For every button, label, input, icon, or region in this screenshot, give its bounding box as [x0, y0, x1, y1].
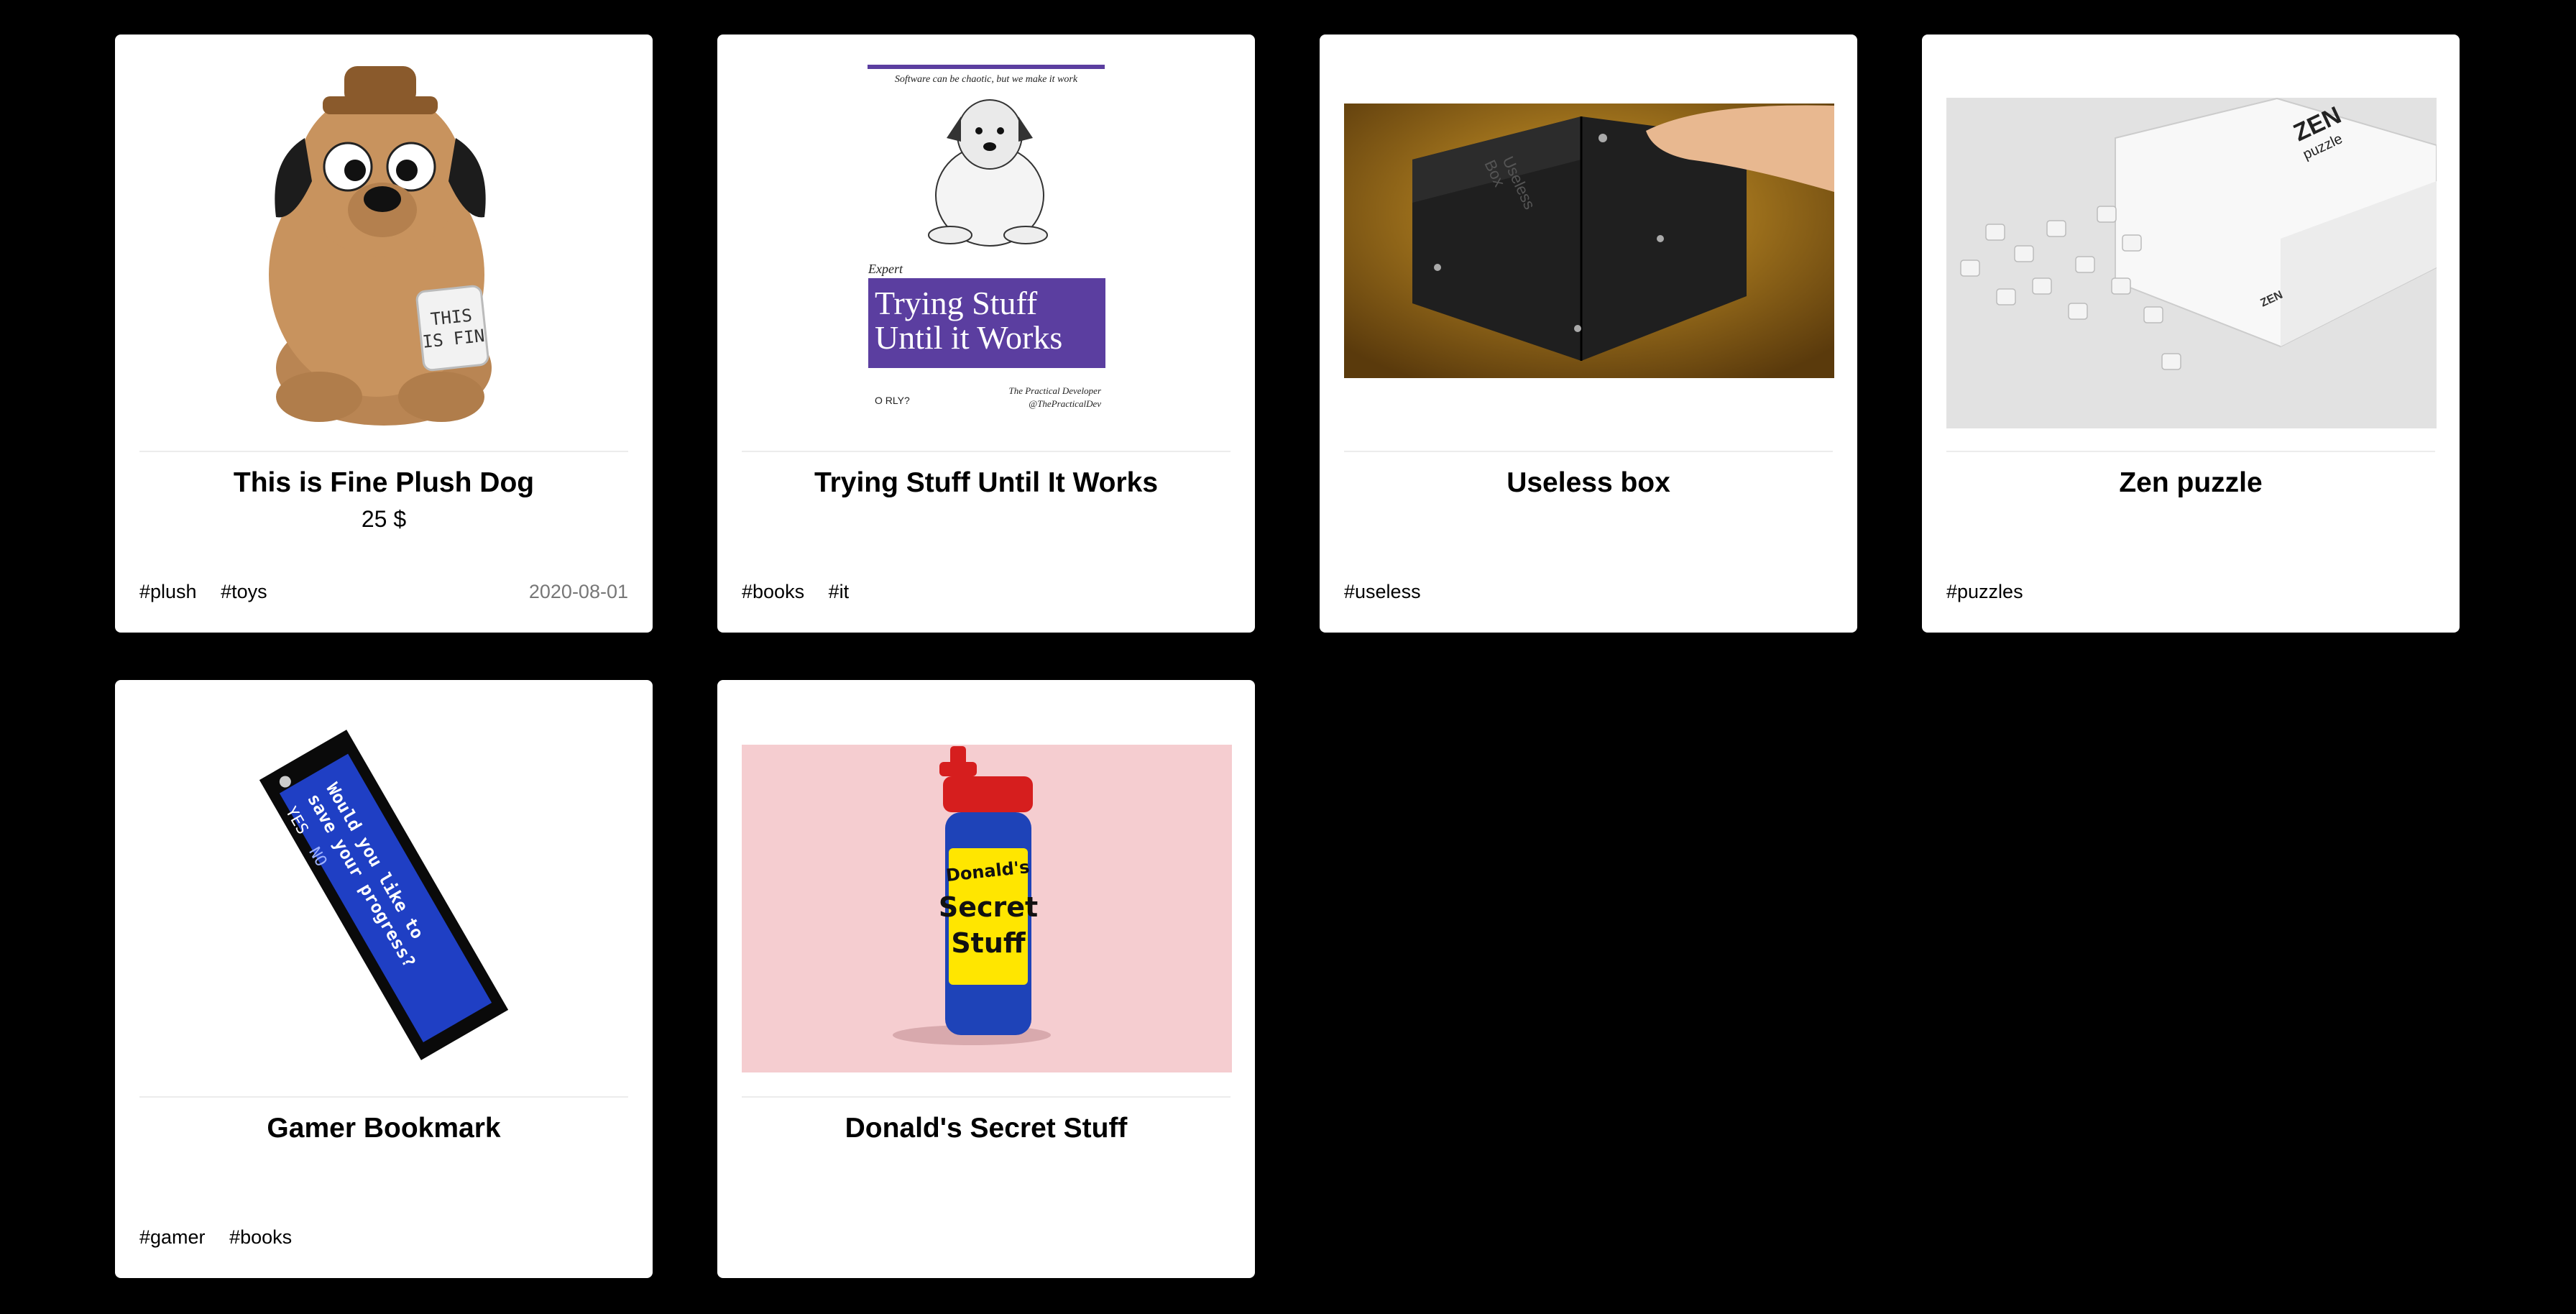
- card-divider: [139, 1096, 628, 1098]
- product-card[interactable]: THIS IS FIN This is Fine Plush Dog 25 $ …: [115, 35, 653, 633]
- product-title[interactable]: Donald's Secret Stuff: [717, 1113, 1255, 1144]
- product-card[interactable]: Would you like to save your progress? YE…: [115, 680, 653, 1278]
- tag-books[interactable]: #books: [229, 1226, 292, 1248]
- product-title[interactable]: This is Fine Plush Dog: [115, 467, 653, 499]
- product-image: Would you like to save your progress? YE…: [139, 704, 630, 1093]
- cover-handle: @ThePracticalDev: [1029, 398, 1101, 409]
- card-divider: [742, 1096, 1230, 1098]
- product-title[interactable]: Trying Stuff Until It Works: [717, 467, 1255, 499]
- product-title[interactable]: Gamer Bookmark: [115, 1113, 653, 1144]
- tag-gamer[interactable]: #gamer: [139, 1226, 206, 1248]
- product-card[interactable]: Donald's Secret Stuff Donald's Secret St…: [717, 680, 1255, 1278]
- product-title[interactable]: Useless box: [1320, 467, 1857, 499]
- cover-kicker: Expert: [868, 262, 903, 276]
- tag-useless[interactable]: #useless: [1344, 581, 1421, 602]
- product-card[interactable]: ZEN puzzle ZEN Zen puzzle #puzzles: [1922, 35, 2460, 633]
- tag-toys[interactable]: #toys: [221, 581, 267, 602]
- cover-heading-line2: Until it Works: [875, 319, 1062, 356]
- cover-tagline: Software can be chaotic, but we make it …: [895, 74, 1078, 85]
- tag-list: #puzzles: [1946, 581, 2042, 603]
- card-divider: [139, 451, 628, 452]
- cover-heading-line1: Trying Stuff: [875, 285, 1038, 321]
- product-image: ZEN puzzle ZEN: [1946, 59, 2437, 447]
- tag-list: #useless: [1344, 581, 1440, 603]
- card-divider: [1344, 451, 1833, 452]
- tag-list: #plush #toys: [139, 581, 286, 603]
- product-title[interactable]: Zen puzzle: [1922, 467, 2460, 499]
- bottle-label-line2: Secret: [939, 891, 1038, 923]
- product-card[interactable]: Software can be chaotic, but we make it …: [717, 35, 1255, 633]
- tag-books[interactable]: #books: [742, 581, 804, 602]
- product-card[interactable]: Useless Box Useless box #useless: [1320, 35, 1857, 633]
- cover-author: The Practical Developer: [1008, 385, 1101, 396]
- card-divider: [1946, 451, 2435, 452]
- product-image: Software can be chaotic, but we make it …: [742, 59, 1232, 447]
- cover-publisher: O RLY?: [875, 395, 910, 406]
- tag-list: #books #it: [742, 581, 868, 603]
- product-image: Useless Box: [1344, 59, 1834, 447]
- bottle-label-line3: Stuff: [951, 927, 1026, 959]
- card-divider: [742, 451, 1230, 452]
- product-image: THIS IS FIN: [139, 59, 630, 447]
- product-image: Donald's Secret Stuff: [742, 704, 1232, 1093]
- tag-plush[interactable]: #plush: [139, 581, 197, 602]
- product-date: 2020-08-01: [528, 581, 628, 602]
- tag-it[interactable]: #it: [829, 581, 850, 602]
- tag-list: #gamer #books: [139, 1226, 310, 1249]
- tag-puzzles[interactable]: #puzzles: [1946, 581, 2023, 602]
- product-price: 25 $: [361, 506, 407, 532]
